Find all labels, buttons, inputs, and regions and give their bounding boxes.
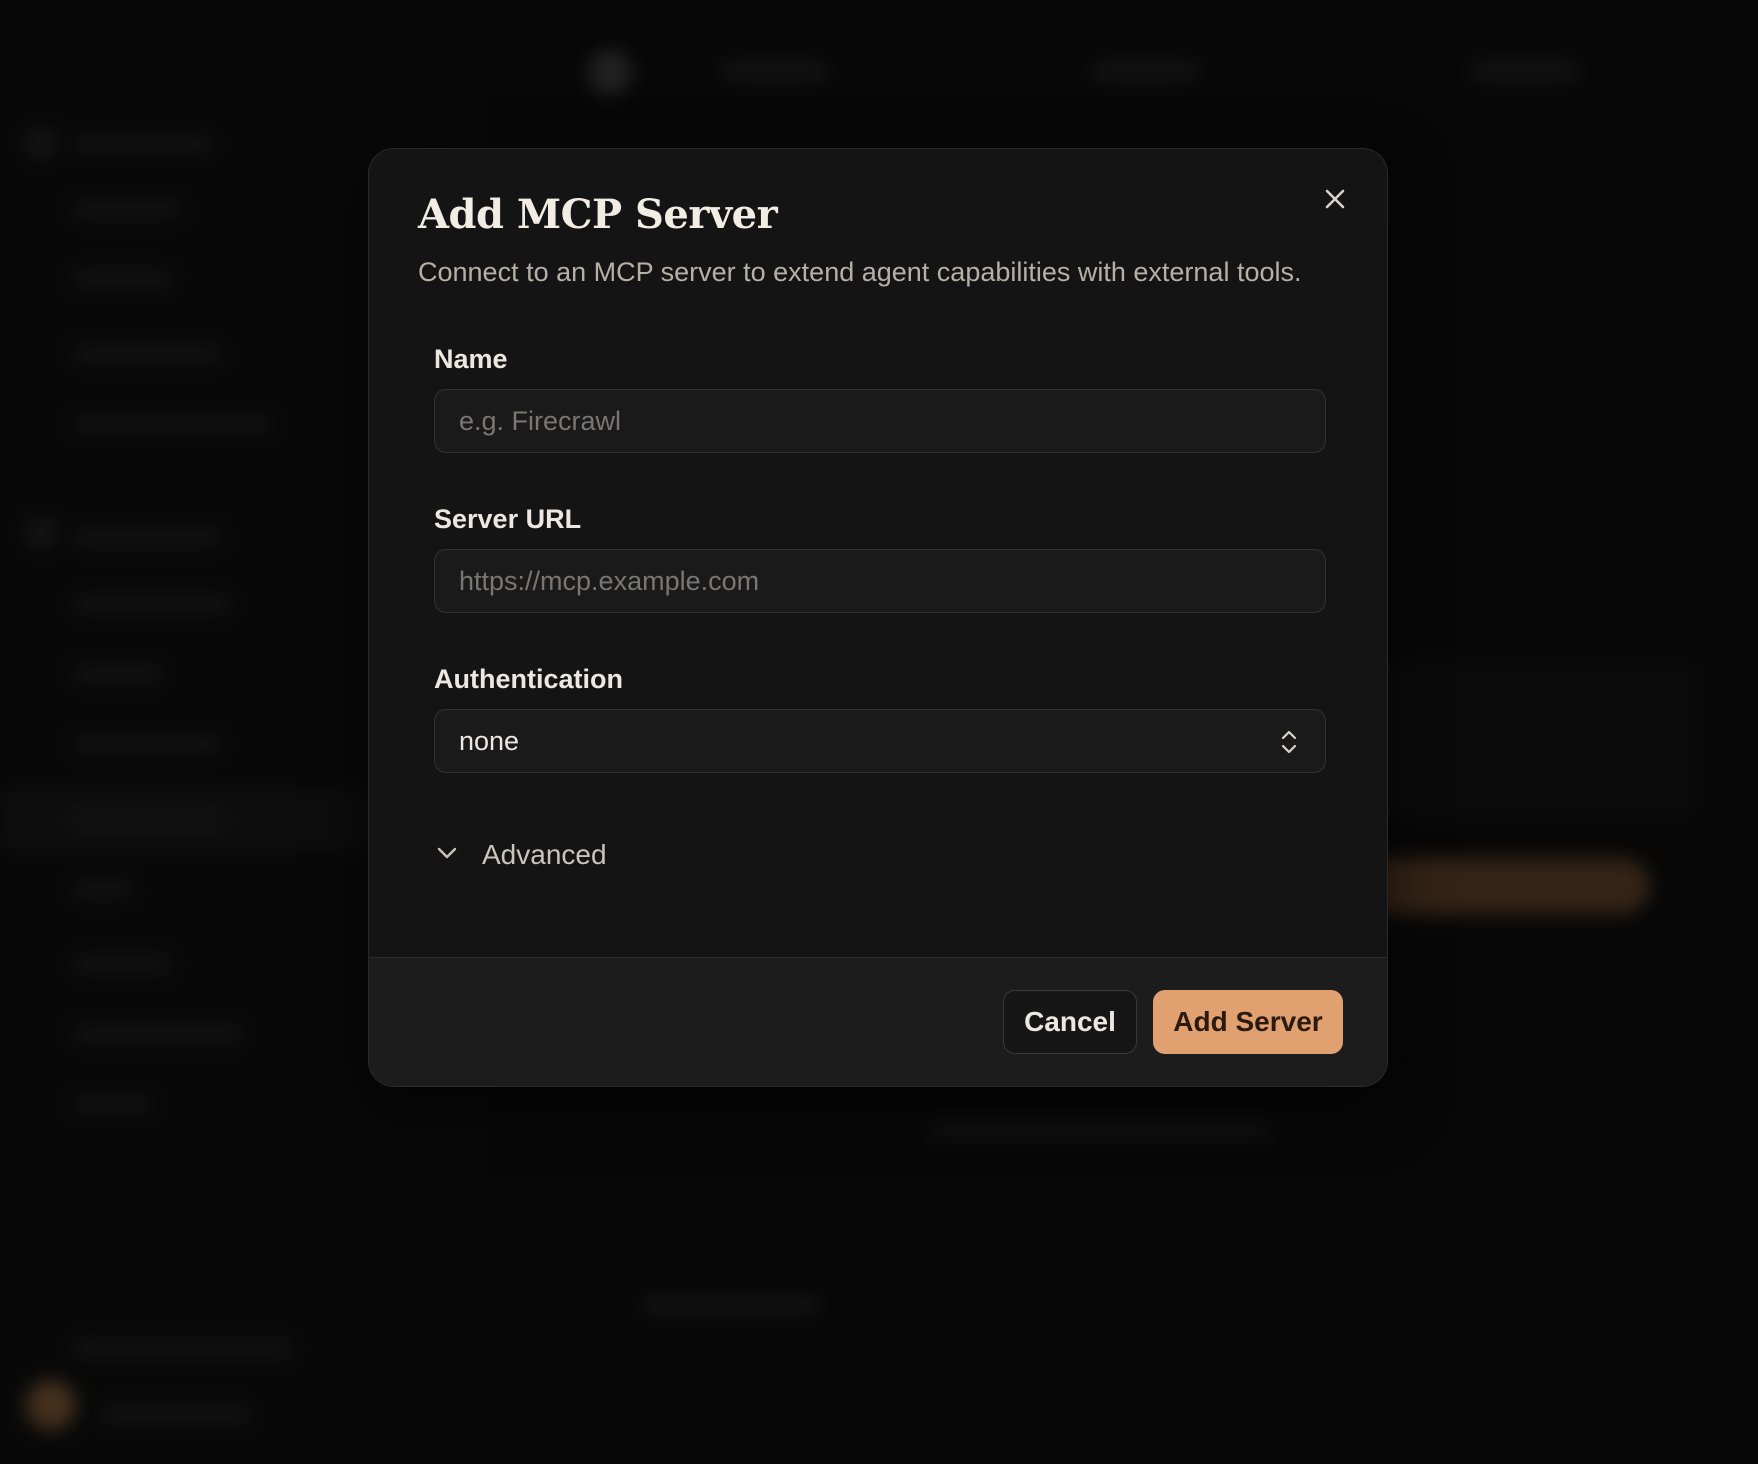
server-url-placeholder: https://mcp.example.com [459,565,760,596]
dialog-footer: Cancel Add Server [369,957,1387,1086]
authentication-select[interactable]: none [434,709,1326,773]
name-label: Name [434,344,508,374]
chevron-down-icon [434,840,460,871]
authentication-label: Authentication [434,664,623,694]
chevron-up-down-icon [1279,728,1299,763]
name-input[interactable]: e.g. Firecrawl [434,389,1326,453]
close-button[interactable] [1317,183,1353,219]
add-mcp-server-dialog: Add MCP Server Connect to an MCP server … [368,148,1388,1087]
server-url-label: Server URL [434,504,582,534]
advanced-label: Advanced [482,839,607,870]
close-icon [1323,187,1347,216]
dialog-description: Connect to an MCP server to extend agent… [418,257,1302,287]
advanced-toggle[interactable]: Advanced [434,839,607,871]
dialog-title: Add MCP Server [418,191,778,238]
name-placeholder: e.g. Firecrawl [459,405,622,436]
cancel-button[interactable]: Cancel [1003,990,1137,1054]
server-url-input[interactable]: https://mcp.example.com [434,549,1326,613]
add-server-button[interactable]: Add Server [1153,990,1343,1054]
authentication-selected-value: none [459,725,520,756]
